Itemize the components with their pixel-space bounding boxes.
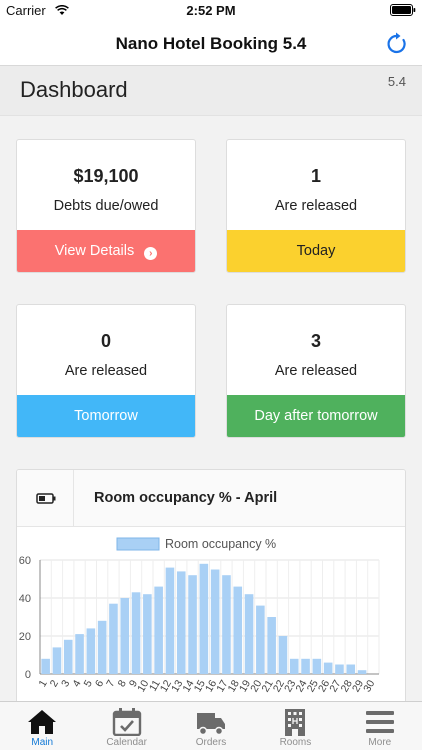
- bar-day-20: [256, 605, 265, 674]
- bar-day-17: [222, 575, 231, 674]
- day-after-tomorrow-button[interactable]: Day after tomorrow: [227, 395, 405, 437]
- y-tick-label: 40: [19, 593, 31, 605]
- bar-day-23: [289, 658, 299, 674]
- bar-day-14: [188, 575, 197, 674]
- tomorrow-button[interactable]: Tomorrow: [17, 395, 195, 437]
- bar-day-1: [41, 658, 50, 674]
- bar-day-22: [278, 636, 288, 674]
- tab-main-label: Main: [31, 737, 54, 748]
- released-tomorrow-value: 0: [100, 331, 111, 351]
- released-today-value: 1: [310, 166, 321, 186]
- tab-more-label: More: [368, 737, 392, 748]
- bar-day-15: [199, 563, 209, 674]
- bar-day-19: [244, 594, 254, 674]
- occupancy-chart-panel: Room occupancy % - April Room occupancy …: [16, 469, 406, 709]
- bar-day-18: [233, 586, 243, 674]
- debts-card: $19,100 Debts due/owed View Details ›: [16, 139, 196, 273]
- bar-day-11: [154, 586, 163, 674]
- tab-rooms-label: Rooms: [279, 737, 312, 748]
- released-day-after-card: 3 Are released Day after tomorrow: [226, 304, 406, 438]
- released-day-after-value: 3: [310, 331, 321, 351]
- bar-day-9: [131, 592, 141, 674]
- tab-calendar-label: Calendar: [106, 737, 147, 748]
- bar-day-24: [301, 658, 310, 674]
- debts-label: Debts due/owed: [53, 198, 159, 214]
- bar-day-6: [97, 620, 107, 674]
- hotel-icon: [280, 708, 310, 736]
- released-today-label: Are released: [274, 198, 358, 214]
- bar-day-16: [210, 569, 220, 674]
- view-details-label: View Details: [54, 243, 135, 259]
- y-tick-label: 60: [19, 555, 31, 567]
- tab-orders-label: Orders: [195, 737, 227, 748]
- page-header: Dashboard 5.4: [0, 66, 422, 116]
- battery-icon: [17, 470, 74, 527]
- status-bar: Carrier 2:52 PM: [0, 0, 422, 22]
- tab-more[interactable]: More: [338, 702, 422, 750]
- today-button[interactable]: Today: [227, 230, 405, 272]
- chart-panel-header: Room occupancy % - April: [17, 470, 405, 527]
- app-title: Nano Hotel Booking 5.4: [115, 34, 307, 53]
- legend-swatch: [116, 537, 160, 551]
- bar-day-8: [120, 598, 130, 674]
- bar-day-2: [52, 647, 62, 674]
- debts-value: $19,100: [73, 166, 139, 186]
- bar-day-12: [165, 567, 175, 674]
- x-tick-label: 30: [361, 678, 377, 694]
- bar-day-28: [346, 664, 356, 674]
- bar-day-21: [267, 617, 276, 674]
- bar-day-25: [312, 658, 322, 674]
- calendar-icon: [112, 708, 142, 737]
- navigation-bar: Nano Hotel Booking 5.4: [0, 22, 422, 66]
- occupancy-chart: Room occupancy %020406012345678910111213…: [19, 537, 380, 694]
- home-icon: [27, 708, 57, 736]
- tab-main[interactable]: Main: [0, 702, 84, 750]
- chart-panel-title: Room occupancy % - April: [94, 490, 278, 506]
- bar-day-13: [176, 571, 186, 674]
- bar-day-29: [357, 670, 367, 674]
- released-tomorrow-card: 0 Are released Tomorrow: [16, 304, 196, 438]
- released-tomorrow-label: Are released: [64, 363, 148, 379]
- refresh-icon[interactable]: [384, 31, 410, 57]
- bar-day-10: [143, 594, 152, 674]
- bar-day-26: [323, 662, 333, 674]
- menu-icon: [365, 708, 395, 736]
- battery-icon: [390, 4, 416, 16]
- clock: 2:52 PM: [186, 3, 236, 18]
- bar-day-4: [75, 634, 84, 674]
- tab-rooms[interactable]: Rooms: [253, 702, 337, 750]
- y-tick-label: 20: [19, 631, 31, 643]
- bar-day-3: [63, 639, 73, 674]
- legend-label: Room occupancy %: [165, 537, 276, 551]
- tab-orders[interactable]: Orders: [169, 702, 253, 750]
- truck-icon: [196, 708, 226, 736]
- bar-day-27: [335, 664, 344, 674]
- page-title: Dashboard: [20, 77, 128, 102]
- view-details-button[interactable]: View Details ›: [17, 230, 195, 272]
- released-day-after-label: Are released: [274, 363, 358, 379]
- bar-day-5: [86, 628, 96, 674]
- tab-calendar[interactable]: Calendar: [84, 702, 168, 750]
- arrow-right-circle-icon: ›: [144, 247, 158, 260]
- version-label: 5.4: [387, 74, 406, 89]
- y-tick-label: 0: [25, 669, 31, 681]
- tab-bar: Main Calendar Orders Rooms More: [0, 701, 422, 750]
- bar-day-7: [109, 603, 118, 674]
- released-today-card: 1 Are released Today: [226, 139, 406, 273]
